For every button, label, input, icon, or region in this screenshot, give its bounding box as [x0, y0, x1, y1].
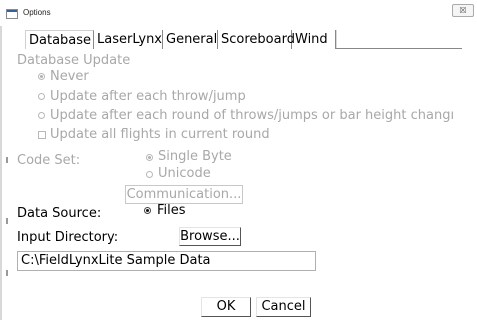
radio-never-label: Never	[50, 69, 89, 84]
ok-button[interactable]: OK	[201, 297, 251, 317]
radio-update-each-round-label: Update after each round of throws/jumps …	[50, 108, 455, 123]
cancel-button[interactable]: Cancel	[256, 297, 311, 317]
radio-single-byte[interactable]	[146, 154, 153, 161]
tab-laserlynx[interactable]: LaserLynx	[94, 30, 163, 49]
radio-unicode[interactable]	[146, 171, 153, 178]
tab-strip-underline	[336, 48, 462, 49]
radio-unicode-label: Unicode	[158, 166, 211, 181]
options-dialog: Options ☒ Database LaserLynx General Sco…	[0, 0, 477, 320]
radio-single-byte-label: Single Byte	[158, 149, 232, 164]
window-title: Options	[23, 8, 51, 17]
close-button[interactable]: ☒	[452, 4, 474, 17]
checkbox-update-all-flights[interactable]	[38, 131, 46, 139]
radio-never[interactable]	[38, 73, 45, 80]
browse-button[interactable]: Browse...	[179, 227, 241, 246]
checkbox-update-all-flights-label: Update all flights in current round	[50, 127, 270, 142]
window-edge-mark	[6, 270, 8, 276]
radio-files-label: Files	[157, 203, 186, 218]
radio-update-each-throw[interactable]	[38, 93, 45, 100]
radio-update-each-round[interactable]	[38, 112, 45, 119]
tab-scoreboard[interactable]: Scoreboard	[218, 30, 295, 49]
tab-strip-divider	[336, 30, 337, 48]
tab-database[interactable]: Database	[25, 30, 94, 49]
window-edge-mark	[6, 218, 8, 224]
tab-wind[interactable]: Wind	[292, 30, 336, 49]
title-bar: Options ☒	[0, 0, 477, 26]
communication-button[interactable]: Communication...	[125, 185, 243, 204]
radio-files[interactable]	[144, 207, 151, 214]
code-set-label: Code Set:	[17, 153, 81, 168]
tab-general[interactable]: General	[163, 30, 218, 49]
radio-update-each-throw-label: Update after each throw/jump	[50, 89, 246, 104]
window-edge-mark	[6, 157, 8, 163]
input-directory-label: Input Directory:	[17, 230, 119, 245]
data-source-label: Data Source:	[17, 206, 102, 221]
input-directory-field[interactable]: C:\FieldLynxLite Sample Data	[17, 251, 316, 271]
window-app-icon	[6, 9, 18, 19]
database-update-heading: Database Update	[17, 53, 131, 68]
